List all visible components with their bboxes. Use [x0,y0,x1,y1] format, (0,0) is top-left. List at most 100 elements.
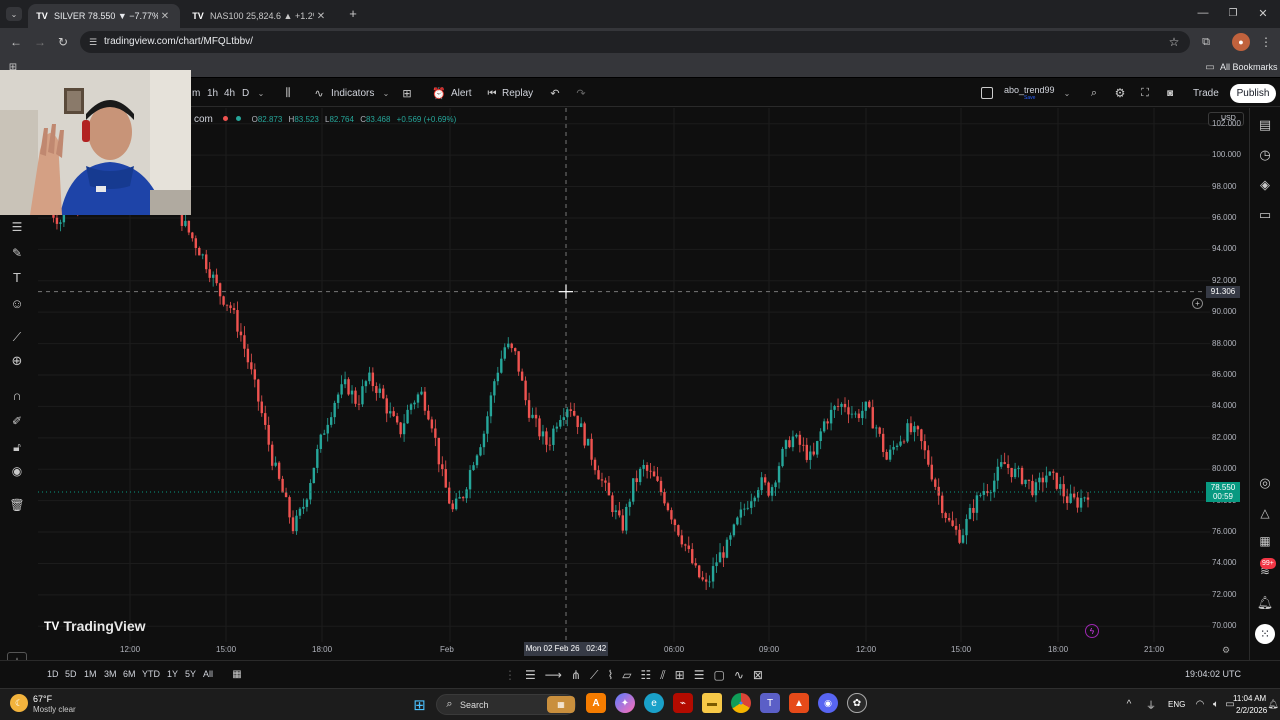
weather-moon-icon[interactable]: ☾ [10,694,28,712]
teams-icon[interactable]: T [760,693,780,713]
close-tab-icon[interactable]: ✕ [314,11,328,22]
file-explorer-icon[interactable]: ▬ [702,693,722,713]
replay-button[interactable]: Replay [502,88,533,99]
layout-name[interactable]: abo_trend99 [1004,85,1055,95]
browser-menu-icon[interactable]: ⋮ [1260,34,1272,50]
weather-desc[interactable]: Mostly clear [33,705,76,714]
chat-icon[interactable]: ▭ [1256,206,1274,224]
grid-icon[interactable]: ⊠ [753,665,763,685]
site-info-icon[interactable]: ☰ [86,35,100,49]
copilot-icon[interactable]: ✦ [615,693,635,713]
calendar-icon[interactable]: ▦ [1256,532,1274,550]
windows-start-icon[interactable]: ⊞ [411,696,428,714]
extensions-icon[interactable]: ⧉ [1198,34,1214,50]
lock-pencil-icon[interactable]: ✐ [8,412,26,430]
add-alert-plus-icon[interactable]: + [1192,298,1203,309]
close-window-icon[interactable]: ✕ [1256,6,1270,20]
taskbar-search-box[interactable]: ⌕ Search ▦ [436,694,576,715]
range-all[interactable]: All [203,669,213,679]
notifications-icon[interactable]: 🔔︎ [1267,697,1278,711]
magnet-icon[interactable]: ∩ [8,386,26,404]
range-ytd[interactable]: YTD [142,669,160,679]
taskbar-date[interactable]: 2/2/2026 [1236,706,1267,715]
watchlist-icon[interactable]: ▤ [1256,116,1274,134]
app-red-icon[interactable]: ▲ [789,693,809,713]
price-chart[interactable]: com O82.873 H83.523 L82.764 C83.468 +0.5… [38,108,1210,663]
redo-icon[interactable]: ↷ [574,86,588,100]
utc-clock[interactable]: 19:04:02 UTC [1185,669,1241,679]
alert-clock-icon[interactable]: ⏰ [432,86,446,100]
quick-search-icon[interactable]: ⌕ [1087,86,1101,100]
chevron-down-icon[interactable]: ⌄ [256,88,266,98]
microphone-icon[interactable]: ⏚ [1145,697,1157,712]
parallel-channel-icon[interactable]: ▱ [622,665,631,685]
pitchfork-icon[interactable]: ⋔ [571,665,581,685]
wifi-icon[interactable]: ◠ [1194,697,1206,711]
brush-icon[interactable]: ✎ [8,244,26,262]
tab-nas100[interactable]: TV NAS100 25,824.6 ▲ +1.2% abo... ✕ [184,4,336,28]
drag-handle-icon[interactable]: ⋮ [504,665,516,685]
range-3m[interactable]: 3M [104,669,117,679]
publish-button[interactable]: Publish [1230,84,1276,103]
gann-fan-icon[interactable]: ⫽ [660,665,665,685]
lightning-icon[interactable]: ϟ [1085,624,1099,638]
fib-grid-icon[interactable]: ⊞ [675,665,685,685]
replay-icon[interactable]: ⏮ [485,86,499,100]
range-5d[interactable]: 5D [65,669,77,679]
weather-temp[interactable]: 67°F [33,694,52,704]
fib-retracement-icon[interactable]: ☷ [641,665,652,685]
bookmark-star-icon[interactable]: ☆ [1166,34,1182,50]
chevron-down-icon[interactable]: ⌄ [381,88,391,98]
range-1m[interactable]: 1M [84,669,97,679]
fullscreen-icon[interactable]: ⛶ [1138,86,1152,100]
volume-icon[interactable]: 🔈︎ [1210,697,1222,711]
emoji-icon[interactable]: ☺ [8,294,26,312]
apps-dots-icon[interactable]: ⁙ [1255,624,1275,644]
polyline-icon[interactable]: ∿ [734,665,744,685]
horizontal-lines-icon[interactable]: ☰ [525,665,536,685]
chatgpt-icon[interactable]: ✿ [847,693,867,713]
interval-m[interactable]: m [192,88,200,99]
candles-icon[interactable]: ⫼ [281,86,295,100]
date-range-icon[interactable]: ☰ [694,665,705,685]
all-bookmarks-link[interactable]: All Bookmarks [1220,62,1278,72]
back-icon[interactable]: ← [8,34,24,50]
layers-icon[interactable]: ◈ [1256,176,1274,194]
camera-icon[interactable]: ◙ [1163,86,1177,100]
taskbar-time[interactable]: 11:04 AM [1233,694,1266,703]
templates-grid-icon[interactable]: ⊞ [400,86,414,100]
eye-icon[interactable]: ◉ [8,462,26,480]
rectangle-icon[interactable]: ▢ [713,665,724,685]
interval-1h[interactable]: 1h [207,88,218,99]
goto-date-icon[interactable]: ▦ [230,667,244,681]
tab-list-chevron-icon[interactable]: ⌄ [6,7,22,21]
trade-button[interactable]: Trade [1193,88,1219,99]
app-a-icon[interactable]: A [586,693,606,713]
undo-icon[interactable]: ↶ [548,86,562,100]
forward-icon[interactable]: → [32,34,48,50]
ruler-icon[interactable]: ⟋ [8,328,26,346]
alert-button[interactable]: Alert [451,88,472,99]
price-axis[interactable]: USD ⌄ 102.000 100.000 98.000 96.000 94.000 92… [1192,108,1248,660]
target-icon[interactable]: ◎ [1256,474,1274,492]
alerts-clock-icon[interactable]: ◷ [1256,146,1274,164]
fib-lines-icon[interactable]: ☰ [8,218,26,236]
range-5y[interactable]: 5Y [185,669,196,679]
interval-d[interactable]: D [242,88,249,99]
text-tool-icon[interactable]: T [8,268,26,286]
legend-symbol[interactable]: com [194,114,213,125]
indicators-button[interactable]: Indicators [331,88,374,99]
range-6m[interactable]: 6M [123,669,136,679]
edge-icon[interactable]: e [644,693,664,713]
language-indicator[interactable]: ENG [1168,700,1185,709]
close-tab-icon[interactable]: ✕ [158,11,172,22]
range-1y[interactable]: 1Y [167,669,178,679]
layout-square-icon[interactable] [981,87,993,99]
lock-icon[interactable]: 🔓︎ [8,438,26,456]
profile-avatar[interactable]: ● [1232,33,1250,51]
url-bar[interactable]: ☰ tradingview.com/chart/MFQLtbbv/ ☆ [80,31,1190,53]
minimize-icon[interactable]: — [1196,6,1210,20]
reload-icon[interactable]: ↻ [55,34,71,50]
chrome-icon[interactable]: ● [731,693,751,713]
ideas-triangle-icon[interactable]: △ [1256,504,1274,522]
